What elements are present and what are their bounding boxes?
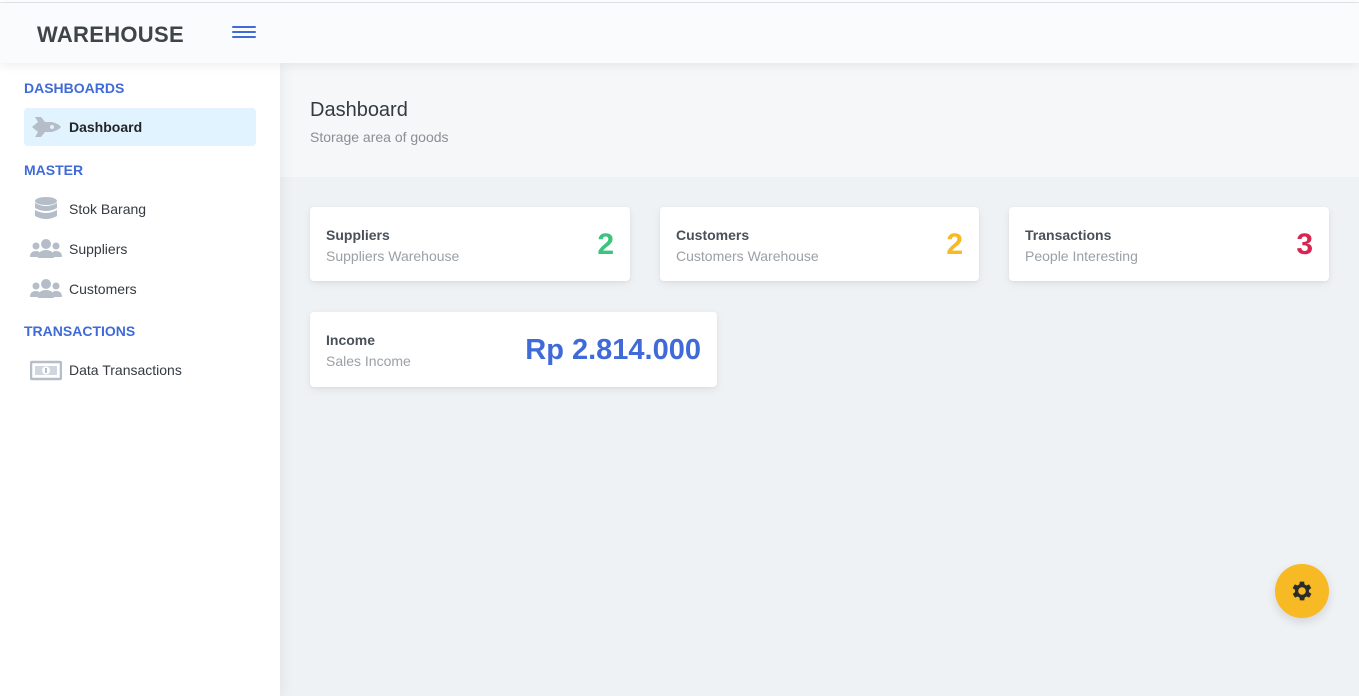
card-value: 2	[946, 228, 963, 261]
card-value: 2	[597, 228, 614, 261]
card-title: Customers	[676, 227, 750, 243]
card-title: Suppliers	[326, 227, 390, 243]
card-subtitle: Customers Warehouse	[676, 248, 819, 264]
sidebar-item-label: Customers	[69, 281, 137, 297]
gear-icon	[1292, 581, 1312, 601]
sidebar-item-customers[interactable]: Customers	[24, 270, 256, 308]
suppliers-card[interactable]: Suppliers Suppliers Warehouse 2	[310, 207, 630, 281]
sidebar-item-label: Stok Barang	[69, 201, 147, 217]
sidebar-item-label: Dashboard	[69, 119, 143, 135]
sidebar: DASHBOARDS Dashboard MASTER Stok Barang	[0, 63, 280, 696]
settings-fab-button[interactable]	[1275, 564, 1329, 618]
money-bill-icon	[29, 357, 63, 383]
card-title: Income	[326, 332, 376, 348]
sidebar-item-dashboard[interactable]: Dashboard	[24, 108, 256, 146]
users-icon	[30, 236, 62, 262]
sidebar-item-data-transactions[interactable]: Data Transactions	[24, 351, 256, 389]
database-icon	[30, 196, 62, 222]
card-subtitle: Sales Income	[326, 353, 411, 369]
app-header: WAREHOUSE	[0, 3, 1359, 63]
sidebar-heading-transactions: TRANSACTIONS	[24, 323, 136, 339]
main-content: Dashboard Storage area of goods Supplier…	[280, 63, 1359, 696]
transactions-card[interactable]: Transactions People Interesting 3	[1009, 207, 1329, 281]
sidebar-item-stok-barang[interactable]: Stok Barang	[24, 190, 256, 228]
sidebar-item-suppliers[interactable]: Suppliers	[24, 230, 256, 268]
card-title: Transactions	[1025, 227, 1112, 243]
page-subtitle: Storage area of goods	[310, 129, 449, 145]
sidebar-item-label: Data Transactions	[69, 362, 182, 378]
card-subtitle: People Interesting	[1025, 248, 1138, 264]
income-card[interactable]: Income Sales Income Rp 2.814.000	[310, 312, 717, 387]
rocket-icon	[30, 114, 62, 140]
card-value: 3	[1296, 228, 1313, 261]
page-title-bar: Dashboard Storage area of goods	[280, 63, 1359, 177]
hamburger-menu-icon[interactable]	[232, 23, 256, 41]
sidebar-item-label: Suppliers	[69, 241, 128, 257]
sidebar-heading-dashboards: DASHBOARDS	[24, 80, 125, 96]
users-icon	[30, 276, 62, 302]
customers-card[interactable]: Customers Customers Warehouse 2	[660, 207, 979, 281]
app-logo[interactable]: WAREHOUSE	[37, 22, 184, 48]
card-value: Rp 2.814.000	[525, 334, 701, 366]
page-title: Dashboard	[310, 99, 408, 121]
card-subtitle: Suppliers Warehouse	[326, 248, 460, 264]
sidebar-heading-master: MASTER	[24, 162, 84, 178]
